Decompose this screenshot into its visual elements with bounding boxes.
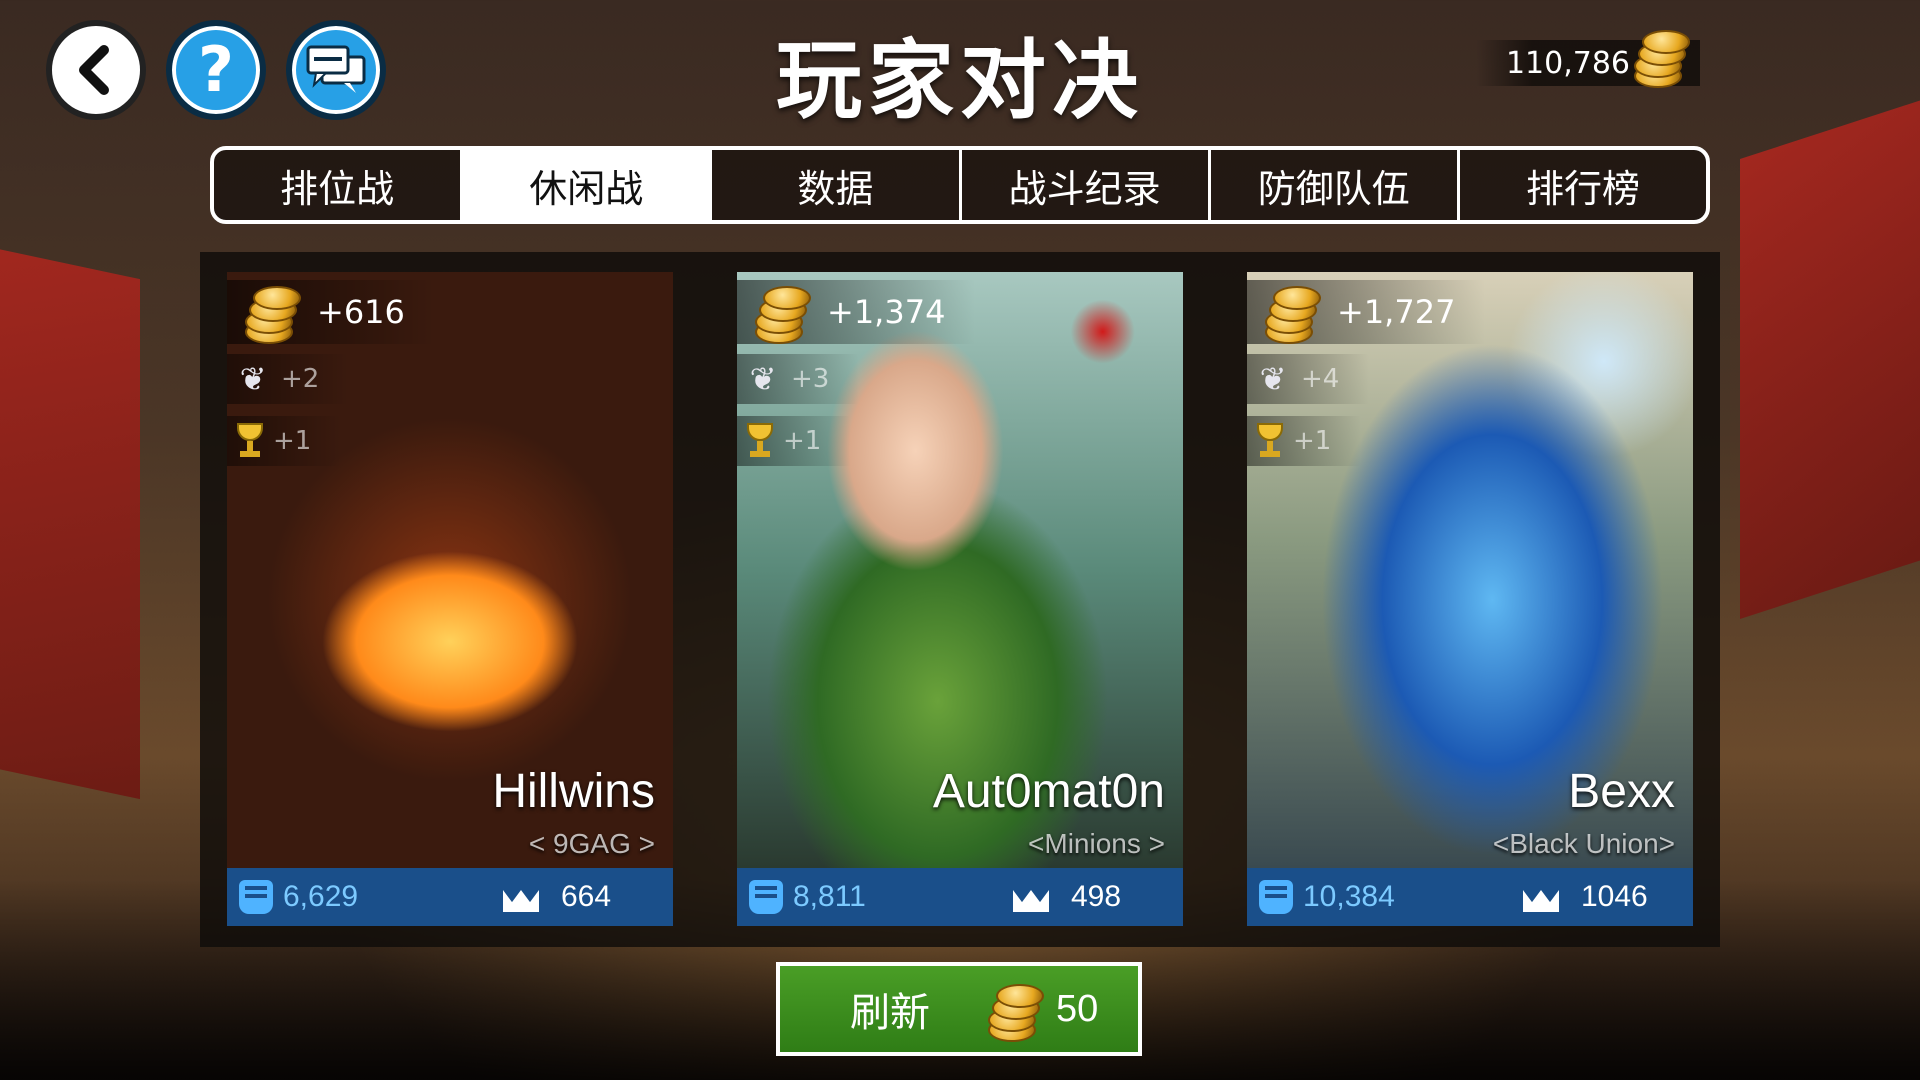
trophy-icon	[1255, 423, 1285, 459]
opponents-panel: +616 ❦ +2 +1 Hillwins < 9GAG > 6,629 664…	[200, 252, 1720, 947]
fist-icon	[239, 880, 273, 914]
crown-icon	[503, 882, 539, 912]
trophy-reward-value: +1	[273, 426, 312, 456]
gold-reward-value: +1,374	[827, 293, 946, 331]
tab-stats[interactable]: 数据	[709, 150, 958, 220]
wing-reward-value: +4	[1301, 364, 1340, 394]
trophy-reward-value: +1	[783, 426, 822, 456]
gold-coins-icon	[1632, 28, 1692, 88]
trophy-reward-value: +1	[1293, 426, 1332, 456]
gold-balance: 110,786	[1475, 30, 1700, 88]
trophy-icon	[745, 423, 775, 459]
background-banner-right	[1740, 81, 1920, 619]
stats-bar: 10,384 1046	[1247, 868, 1693, 926]
team-power: 6,629	[283, 880, 359, 913]
wing-reward-value: +3	[791, 364, 830, 394]
rank-value: 664	[561, 880, 612, 913]
player-name: Hillwins	[492, 765, 655, 818]
gold-coins-icon	[1259, 282, 1321, 344]
wing-icon: ❦	[1259, 360, 1287, 398]
stats-bar: 6,629 664	[227, 868, 673, 926]
guild-name: < 9GAG >	[528, 828, 655, 859]
fist-icon	[749, 880, 783, 914]
gold-reward: +1,727	[1247, 280, 1486, 344]
guild-name: <Black Union>	[1492, 828, 1675, 859]
trophy-reward: +1	[1247, 416, 1362, 466]
stats-bar: 8,811 498	[737, 868, 1183, 926]
player-name: Bexx	[1568, 765, 1675, 818]
mode-tabs: 排位战 休闲战 数据 战斗纪录 防御队伍 排行榜	[210, 146, 1710, 224]
trophy-reward: +1	[227, 416, 342, 466]
gold-reward-value: +616	[317, 293, 405, 331]
wing-reward: ❦ +3	[737, 354, 860, 404]
trophy-reward: +1	[737, 416, 852, 466]
wing-icon: ❦	[749, 360, 777, 398]
player-name: Aut0mat0n	[932, 765, 1165, 818]
tab-leaderboard[interactable]: 排行榜	[1456, 150, 1706, 220]
wing-reward: ❦ +4	[1247, 354, 1370, 404]
opponent-card[interactable]: +616 ❦ +2 +1 Hillwins < 9GAG > 6,629 664	[227, 272, 673, 926]
refresh-cost: 50	[1056, 987, 1099, 1030]
wing-reward-value: +2	[281, 364, 320, 394]
fist-icon	[1259, 880, 1293, 914]
opponent-card[interactable]: +1,727 ❦ +4 +1 Bexx <Black Union> 10,384…	[1247, 272, 1693, 926]
rank-value: 498	[1071, 880, 1122, 913]
refresh-label: 刷新	[850, 990, 930, 1036]
opponent-card[interactable]: +1,374 ❦ +3 +1 Aut0mat0n <Minions > 8,81…	[737, 272, 1183, 926]
tab-defense-team[interactable]: 防御队伍	[1207, 150, 1457, 220]
wing-icon: ❦	[239, 360, 267, 398]
crown-icon	[1013, 882, 1049, 912]
guild-name: <Minions >	[1028, 828, 1165, 859]
wing-reward: ❦ +2	[227, 354, 350, 404]
gold-balance-value: 110,786	[1505, 45, 1630, 81]
tab-battle-log[interactable]: 战斗纪录	[958, 150, 1208, 220]
rank-value: 1046	[1581, 880, 1648, 913]
refresh-button[interactable]: 刷新 50	[776, 962, 1142, 1056]
team-power: 10,384	[1303, 880, 1395, 913]
gold-coins-icon	[749, 282, 811, 344]
trophy-icon	[235, 423, 265, 459]
gold-reward: +1,374	[737, 280, 976, 344]
gold-coins-icon	[239, 282, 301, 344]
gold-reward-value: +1,727	[1337, 293, 1456, 331]
gold-coins-icon	[980, 976, 1046, 1042]
tab-ranked[interactable]: 排位战	[214, 150, 460, 220]
crown-icon	[1523, 882, 1559, 912]
gold-reward: +616	[227, 280, 435, 344]
team-power: 8,811	[793, 880, 866, 913]
tab-casual[interactable]: 休闲战	[460, 150, 710, 220]
background-banner-left	[0, 240, 140, 800]
